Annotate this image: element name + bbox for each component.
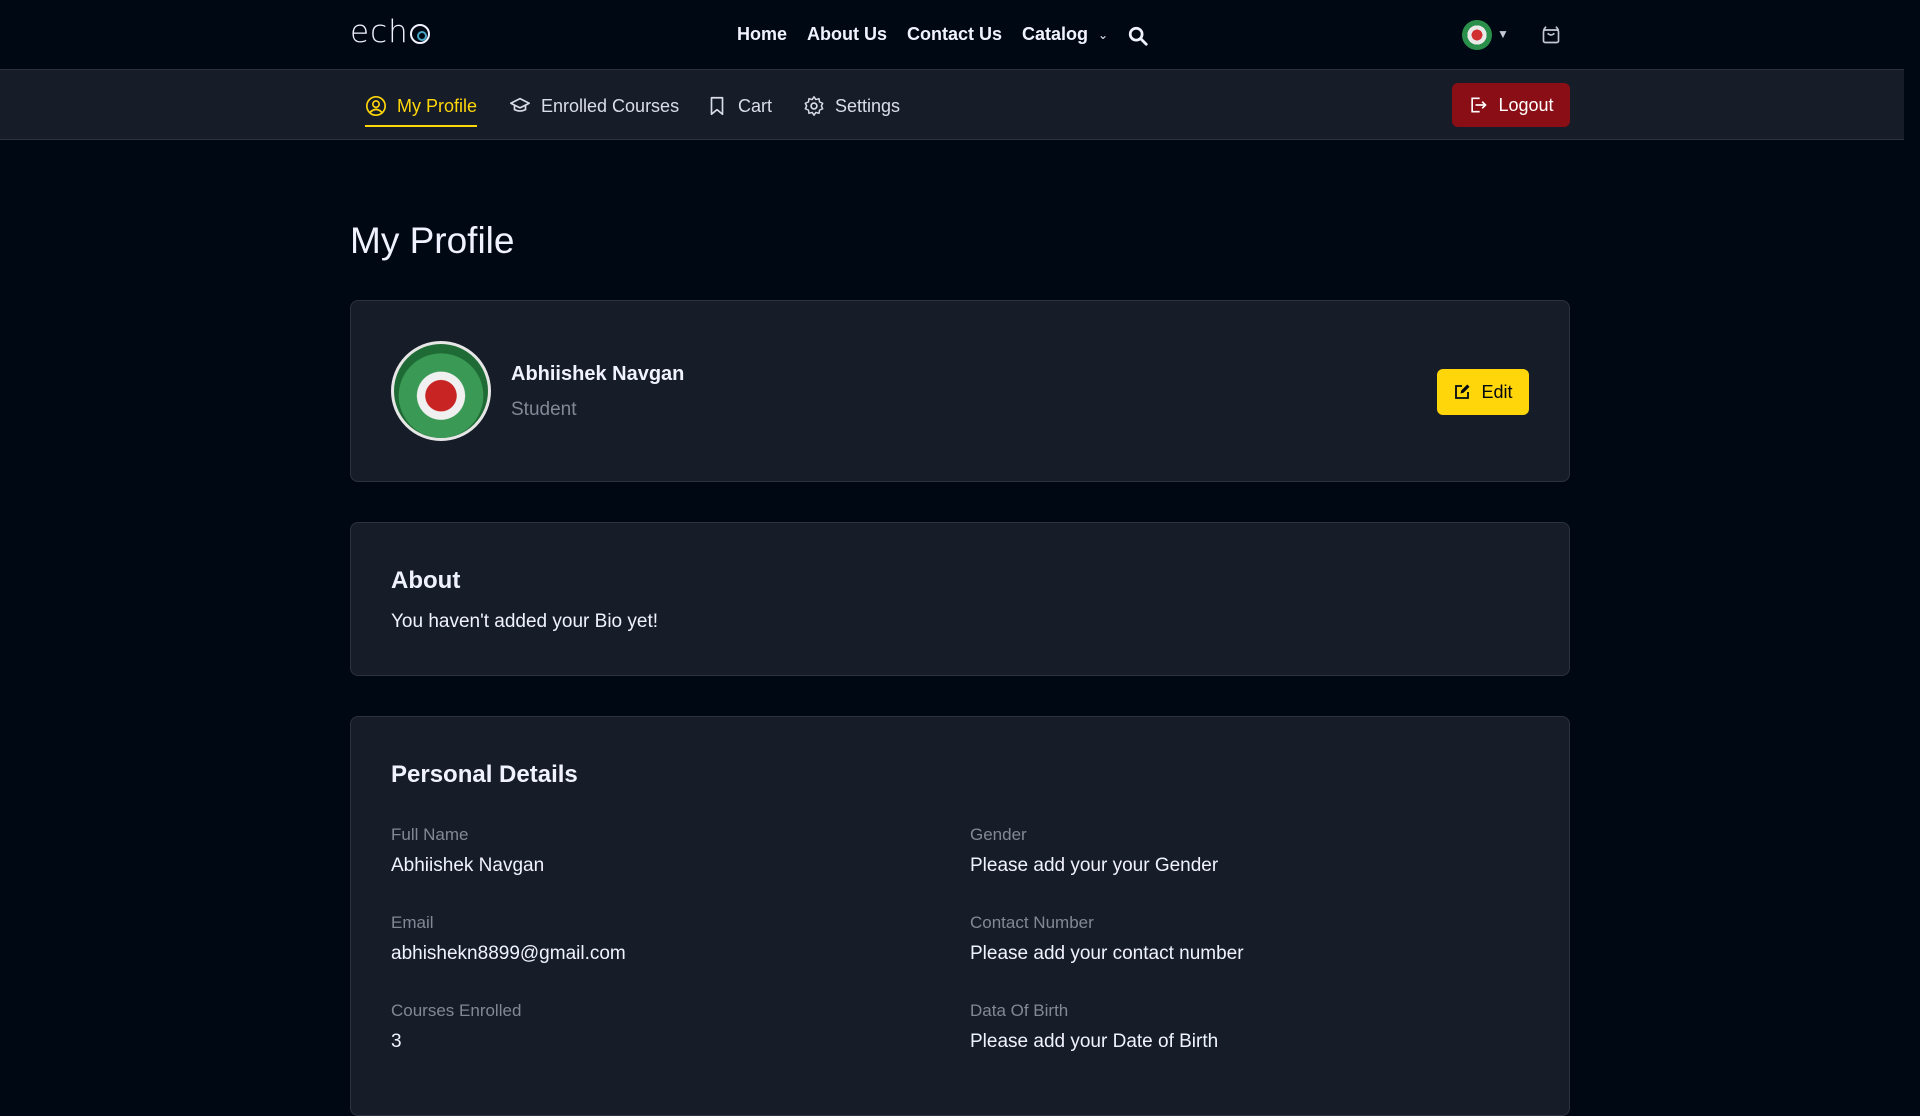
field-email: Email abhishekn8899@gmail.com: [391, 913, 626, 965]
subnav-label: Settings: [835, 95, 901, 116]
user-circle-icon: [366, 96, 386, 116]
subnav-label: Enrolled Courses: [541, 95, 680, 116]
logout-button[interactable]: Logout: [1452, 83, 1570, 127]
edit-profile-button[interactable]: Edit: [1437, 369, 1529, 415]
subnav-label: My Profile: [397, 95, 478, 116]
subnav-item-my-profile[interactable]: My Profile: [365, 94, 478, 127]
field-date-of-birth: Data Of Birth Please add your Date of Bi…: [970, 1001, 1218, 1053]
field-value: Please add your your Gender: [970, 855, 1219, 876]
bookmark-icon: [710, 96, 724, 116]
profile-avatar: [391, 341, 491, 441]
subnav-label: Cart: [738, 95, 773, 116]
about-title: About: [391, 567, 461, 594]
shopping-bag-icon[interactable]: [1541, 25, 1561, 45]
chevron-down-icon: ⌄: [1098, 27, 1109, 42]
profile-subnav: My Profile Enrolled Courses Cart Setting…: [0, 70, 1904, 140]
nav-link-contact-us[interactable]: Contact Us: [907, 24, 1002, 45]
personal-details-title: Personal Details: [391, 761, 578, 788]
field-value: Abhiishek Navgan: [391, 855, 545, 876]
echo-logo[interactable]: ech: [350, 14, 430, 50]
field-courses-enrolled: Courses Enrolled 3: [391, 1001, 521, 1053]
field-value: abhishekn8899@gmail.com: [391, 943, 626, 964]
search-icon[interactable]: [1127, 25, 1149, 47]
user-avatar[interactable]: [1462, 20, 1492, 50]
field-label: Data Of Birth: [970, 1001, 1069, 1020]
catalog-dropdown[interactable]: Catalog ⌄: [1022, 24, 1108, 45]
field-contact-number: Contact Number Please add your contact n…: [970, 913, 1244, 965]
nav-link-home[interactable]: Home: [737, 24, 787, 45]
field-label: Email: [391, 913, 434, 932]
edit-label: Edit: [1481, 381, 1513, 402]
edit-icon: [1455, 384, 1470, 399]
about-card: About You haven't added your Bio yet!: [350, 522, 1570, 676]
field-label: Courses Enrolled: [391, 1001, 522, 1020]
page-title: My Profile: [350, 220, 515, 261]
catalog-label: Catalog: [1022, 24, 1089, 44]
top-navbar: ech Home About Us Contact Us Catalog ⌄ ▼: [0, 0, 1904, 70]
field-label: Contact Number: [970, 913, 1094, 932]
logout-label: Logout: [1498, 94, 1554, 115]
nav-link-about-us[interactable]: About Us: [807, 24, 887, 45]
main-nav-links: Home About Us Contact Us Catalog ⌄: [737, 24, 1108, 45]
profile-name: Abhiishek Navgan: [511, 363, 685, 385]
caret-down-icon[interactable]: ▼: [1497, 27, 1509, 41]
profile-role: Student: [511, 399, 577, 420]
field-value: 3: [391, 1031, 402, 1052]
subnav-item-settings[interactable]: Settings: [803, 94, 900, 118]
logo-text: ech: [350, 14, 409, 50]
field-value: Please add your contact number: [970, 943, 1244, 964]
field-value: Please add your Date of Birth: [970, 1031, 1219, 1052]
logout-icon: [1471, 97, 1488, 113]
field-label: Full Name: [391, 825, 469, 844]
subnav-item-enrolled-courses[interactable]: Enrolled Courses: [509, 94, 679, 118]
graduation-cap-icon: [510, 97, 530, 112]
field-full-name: Full Name Abhiishek Navgan: [391, 825, 544, 877]
subnav-item-cart[interactable]: Cart: [706, 94, 772, 118]
profile-card: Abhiishek Navgan Student Edit: [350, 300, 1570, 482]
field-gender: Gender Please add your your Gender: [970, 825, 1218, 877]
field-label: Gender: [970, 825, 1027, 844]
gear-icon: [804, 96, 824, 116]
about-text: You haven't added your Bio yet!: [391, 611, 659, 632]
personal-details-card: Personal Details Full Name Abhiishek Nav…: [350, 716, 1570, 1116]
logo-eye-icon: [409, 24, 430, 44]
